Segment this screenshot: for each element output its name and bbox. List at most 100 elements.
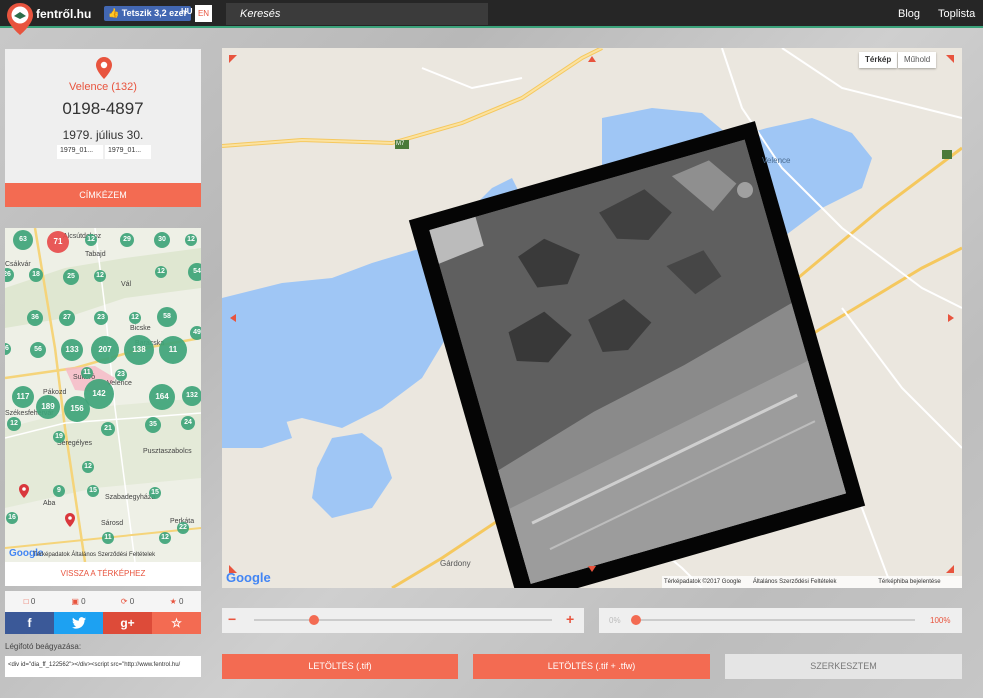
map-cluster-marker[interactable]: 36 — [27, 310, 43, 326]
map-cluster-marker[interactable]: 11 — [159, 336, 187, 364]
overview-map[interactable]: AlcsútdobozCsákvárTabajdVálBicskeBaracsk… — [5, 228, 201, 562]
map-type-satellite[interactable]: Műhold — [898, 52, 937, 68]
map-cluster-marker[interactable]: 16 — [6, 512, 18, 524]
map-cluster-marker[interactable]: 156 — [64, 396, 90, 422]
map-type-map[interactable]: Térkép — [859, 52, 898, 68]
map-pin-icon[interactable] — [65, 513, 75, 527]
map-cluster-marker[interactable]: 164 — [149, 384, 175, 410]
corner-arrow-icon[interactable] — [229, 55, 237, 63]
map-cluster-marker[interactable]: 30 — [154, 232, 170, 248]
date-chip[interactable]: 1979_01... — [105, 145, 151, 159]
search-input[interactable]: Keresés — [226, 3, 488, 25]
opacity-handle[interactable] — [631, 615, 641, 625]
zoom-slider[interactable]: − + — [222, 608, 584, 633]
pan-left-icon[interactable] — [230, 314, 236, 322]
photo-date: 1979. július 30. — [62, 128, 144, 142]
map-pin-icon[interactable] — [19, 484, 29, 498]
map-cluster-marker[interactable]: 15 — [87, 485, 99, 497]
pan-up-icon[interactable] — [588, 56, 596, 62]
pan-down-icon[interactable] — [588, 566, 596, 572]
map-footer-terms[interactable]: Általános Szerződési Feltételek — [753, 579, 837, 585]
facebook-like-button[interactable]: 👍 Tetszik 3,2 ezer — [104, 6, 192, 21]
map-cluster-marker[interactable]: 11 — [81, 367, 93, 379]
language-en[interactable]: EN — [195, 5, 212, 22]
corner-arrow-icon[interactable] — [946, 55, 954, 63]
map-cluster-marker[interactable]: 29 — [120, 233, 134, 247]
thumbs-up-icon: 👍 — [108, 8, 120, 18]
map-cluster-marker[interactable]: 21 — [101, 422, 115, 436]
map-cluster-marker[interactable]: 58 — [157, 307, 177, 327]
opacity-track[interactable] — [631, 619, 915, 621]
map-cluster-marker[interactable]: 12 — [7, 417, 21, 431]
map-cluster-marker[interactable]: 12 — [129, 312, 141, 324]
date-chip[interactable]: 1979_01... — [57, 145, 103, 159]
map-cluster-marker[interactable]: 12 — [82, 461, 94, 473]
map-cluster-marker[interactable]: 12 — [185, 234, 197, 246]
map-cluster-marker[interactable]: 133 — [61, 339, 83, 361]
map-cluster-marker[interactable]: 12 — [155, 266, 167, 278]
pan-right-icon[interactable] — [948, 314, 954, 322]
map-cluster-marker[interactable]: 11 — [102, 532, 114, 544]
edit-count: 0 — [129, 597, 135, 606]
embed-code-field[interactable]: <div id="dia_ff_122562"></div><script sr… — [5, 656, 201, 677]
map-cluster-marker[interactable]: 54 — [188, 263, 201, 281]
map-footer-report[interactable]: Térképhiba bejelentése — [878, 579, 940, 585]
map-cluster-marker[interactable]: 132 — [182, 386, 201, 406]
map-cluster-marker[interactable]: 24 — [181, 416, 195, 430]
edit-button[interactable]: SZERKESZTEM — [725, 654, 962, 679]
download-tif-button[interactable]: LETÖLTÉS (.tif) — [222, 654, 458, 679]
town-label: Vál — [121, 281, 132, 288]
map-cluster-marker[interactable]: 19 — [53, 431, 65, 443]
twitter-share-button[interactable] — [54, 612, 103, 634]
zoom-track[interactable] — [254, 619, 552, 621]
zoom-out-button[interactable]: − — [228, 611, 236, 627]
map-cluster-marker[interactable]: 25 — [63, 269, 79, 285]
map-cluster-marker[interactable]: 138 — [124, 335, 154, 365]
location-link[interactable]: Velence (132) — [5, 81, 201, 93]
back-to-map-link[interactable]: VISSZA A TÉRKÉPHEZ — [5, 562, 201, 586]
highway-label: M7 — [396, 141, 405, 147]
town-label: Sárosd — [101, 520, 124, 527]
comment-stat[interactable]: □ 0 — [5, 591, 54, 612]
zoom-in-button[interactable]: + — [566, 611, 574, 627]
map-cluster-marker[interactable]: 23 — [94, 311, 108, 325]
map-cluster-marker[interactable]: 22 — [177, 522, 189, 534]
gplus-share-button[interactable]: g+ — [103, 612, 152, 634]
map-cluster-marker[interactable]: 12 — [94, 270, 106, 282]
google-logo: Google — [226, 570, 271, 585]
nav-toplista[interactable]: Toplista — [938, 8, 975, 20]
opacity-slider[interactable]: 0% 100% — [599, 608, 962, 633]
map-cluster-marker[interactable]: 15 — [149, 487, 161, 499]
photo-stat[interactable]: ▣ 0 — [54, 591, 103, 612]
facebook-share-button[interactable]: f — [5, 612, 54, 634]
map-cluster-marker[interactable]: 18 — [29, 268, 43, 282]
map-cluster-marker[interactable]: 71 — [47, 231, 69, 253]
tag-button[interactable]: CÍMKÉZEM — [5, 183, 201, 207]
town-label: Tabajd — [85, 251, 106, 258]
brand-name[interactable]: fentről.hu — [36, 7, 91, 21]
map-cluster-marker[interactable]: 56 — [30, 342, 46, 358]
map-cluster-marker[interactable]: 117 — [12, 386, 34, 408]
main-map[interactable]: Velence Gárdony M7 Térkép Műhold Google … — [222, 48, 962, 588]
star-stat[interactable]: ★ 0 — [152, 591, 201, 612]
map-cluster-marker[interactable]: 49 — [190, 326, 201, 340]
logo-pin-icon[interactable] — [6, 2, 34, 36]
map-cluster-marker[interactable]: 63 — [13, 230, 33, 250]
minimap-footer[interactable]: Térképadatok Általános Szerződési Feltét… — [33, 552, 155, 558]
download-tif-tfw-button[interactable]: LETÖLTÉS (.tif + .tfw) — [473, 654, 710, 679]
favorite-button[interactable]: ☆ — [152, 612, 201, 634]
nav-blog[interactable]: Blog — [898, 8, 920, 20]
map-cluster-marker[interactable]: 9 — [53, 485, 65, 497]
language-hu[interactable]: HU — [181, 7, 193, 16]
map-cluster-marker[interactable]: 189 — [36, 395, 60, 419]
map-cluster-marker[interactable]: 35 — [145, 417, 161, 433]
map-cluster-marker[interactable]: 27 — [59, 310, 75, 326]
map-cluster-marker[interactable]: 12 — [85, 234, 97, 246]
edit-stat[interactable]: ⟳ 0 — [103, 591, 152, 612]
map-cluster-marker[interactable]: 207 — [91, 336, 119, 364]
zoom-handle[interactable] — [308, 615, 319, 625]
map-cluster-marker[interactable]: 23 — [115, 369, 127, 381]
corner-arrow-icon[interactable] — [946, 565, 954, 573]
photo-id: 0198-4897 — [62, 99, 144, 118]
map-cluster-marker[interactable]: 12 — [159, 532, 171, 544]
